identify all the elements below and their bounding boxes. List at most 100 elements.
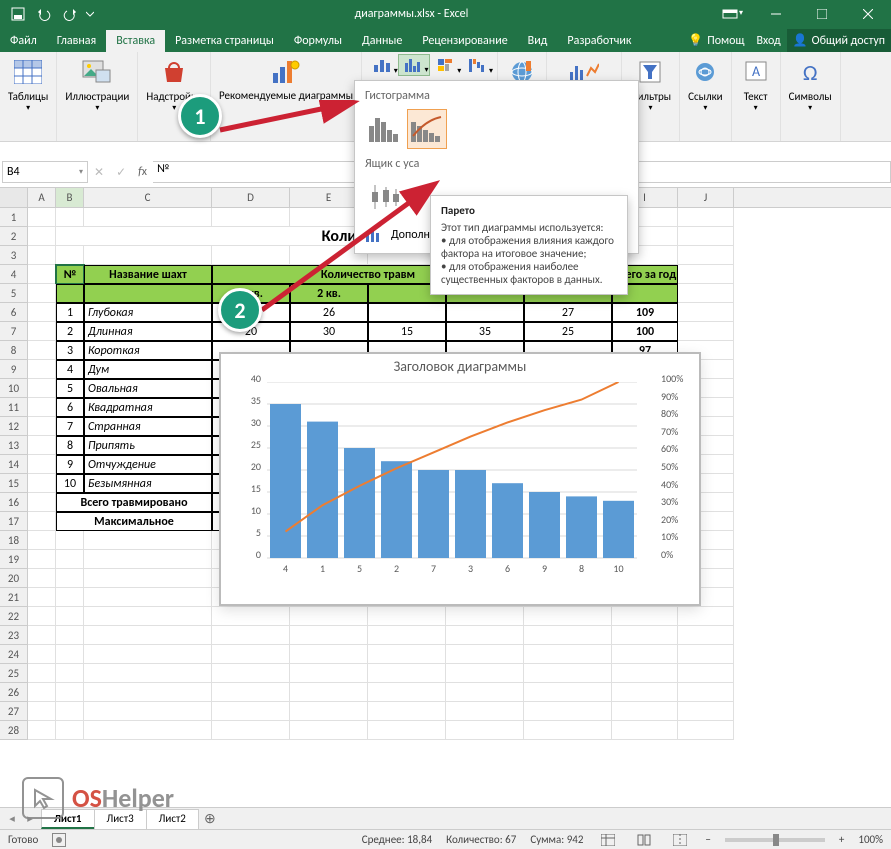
cell[interactable] [290,645,368,664]
tab-data[interactable]: Данные [352,30,412,52]
cell[interactable] [368,645,446,664]
cell[interactable]: 100 [612,322,678,341]
cell-name[interactable]: Безымянная [84,474,212,493]
cell[interactable] [290,721,368,740]
recommended-charts-button[interactable]: Рекомендуемые диаграммы [215,54,357,103]
row-header-7[interactable]: 7 [0,322,28,341]
col-header-C[interactable]: C [84,188,212,207]
select-all-corner[interactable] [0,188,28,207]
cell[interactable] [28,360,56,379]
row-header-3[interactable]: 3 [0,246,28,265]
cell[interactable] [612,645,678,664]
cell[interactable] [56,683,84,702]
cell[interactable] [56,721,84,740]
cell[interactable] [56,569,84,588]
cell[interactable] [612,683,678,702]
cell[interactable] [56,284,84,303]
cell[interactable]: 35 [446,322,524,341]
cell[interactable] [678,683,734,702]
cell[interactable] [84,569,212,588]
cell[interactable] [212,607,290,626]
cell[interactable] [28,398,56,417]
cell[interactable] [28,569,56,588]
cell[interactable] [28,265,56,284]
cell[interactable] [368,683,446,702]
qat-customize-icon[interactable] [84,2,96,26]
cell[interactable] [678,303,734,322]
cell[interactable] [28,626,56,645]
cell[interactable] [84,702,212,721]
row-header-21[interactable]: 21 [0,588,28,607]
cell[interactable] [56,531,84,550]
cell[interactable] [678,645,734,664]
cell[interactable] [678,284,734,303]
cell[interactable] [56,246,84,265]
waterfall-chart-button[interactable]: ▾ [461,54,493,76]
cell[interactable] [84,550,212,569]
save-icon[interactable] [6,2,30,26]
cell[interactable] [678,208,734,227]
cell[interactable] [368,607,446,626]
cell[interactable] [524,702,612,721]
cell[interactable] [84,588,212,607]
cell[interactable] [56,588,84,607]
pareto-option[interactable] [407,109,447,149]
view-page-layout-button[interactable] [633,831,655,849]
zoom-level[interactable]: 100% [858,833,883,846]
illustrations-button[interactable]: Иллюстрации▾ [61,54,133,115]
cell[interactable] [56,702,84,721]
cell[interactable] [84,683,212,702]
cell[interactable] [56,645,84,664]
cell-name[interactable]: Странная [84,417,212,436]
ribbon-options-icon[interactable]: ▾ [721,8,753,20]
cell[interactable] [612,702,678,721]
cell[interactable] [678,607,734,626]
histogram-option[interactable] [365,109,405,149]
minimize-button[interactable] [753,0,799,28]
cell[interactable] [368,721,446,740]
zoom-out-button[interactable]: − [705,833,710,846]
cell-n[interactable]: 2 [56,322,84,341]
cell[interactable] [612,664,678,683]
col-header-B[interactable]: B [56,188,84,207]
cell[interactable] [28,664,56,683]
cell[interactable] [612,626,678,645]
cell[interactable] [212,664,290,683]
row-header-26[interactable]: 26 [0,683,28,702]
cell[interactable] [84,284,212,303]
tab-page-layout[interactable]: Разметка страницы [165,30,284,52]
cell[interactable] [290,607,368,626]
cell[interactable] [28,227,56,246]
close-button[interactable] [845,0,891,28]
cell[interactable]: 27 [524,303,612,322]
sign-in[interactable]: Вход [750,30,786,52]
enter-icon[interactable]: ✓ [110,165,132,180]
cell[interactable] [28,379,56,398]
hierarchy-chart-button[interactable]: ▾ [430,54,462,76]
row-header-20[interactable]: 20 [0,569,28,588]
cell[interactable]: 15 [368,322,446,341]
cell-n[interactable]: 1 [56,303,84,322]
tab-view[interactable]: Вид [518,30,558,52]
cell[interactable] [28,493,56,512]
cell[interactable] [678,721,734,740]
cell[interactable] [28,436,56,455]
fx-icon[interactable]: fx [132,165,153,179]
cell[interactable] [290,702,368,721]
row-header-23[interactable]: 23 [0,626,28,645]
row-header-1[interactable]: 1 [0,208,28,227]
cell[interactable] [28,341,56,360]
cell[interactable] [524,626,612,645]
column-chart-button[interactable]: ▾ [366,54,398,76]
undo-icon[interactable] [32,2,56,26]
cell[interactable] [28,284,56,303]
cell-name[interactable]: Глубокая [84,303,212,322]
cell[interactable] [28,322,56,341]
row-header-8[interactable]: 8 [0,341,28,360]
cell[interactable] [56,626,84,645]
zoom-in-button[interactable]: + [839,833,844,846]
cell-n[interactable]: 10 [56,474,84,493]
cell[interactable] [212,702,290,721]
cell[interactable] [28,702,56,721]
row-header-22[interactable]: 22 [0,607,28,626]
